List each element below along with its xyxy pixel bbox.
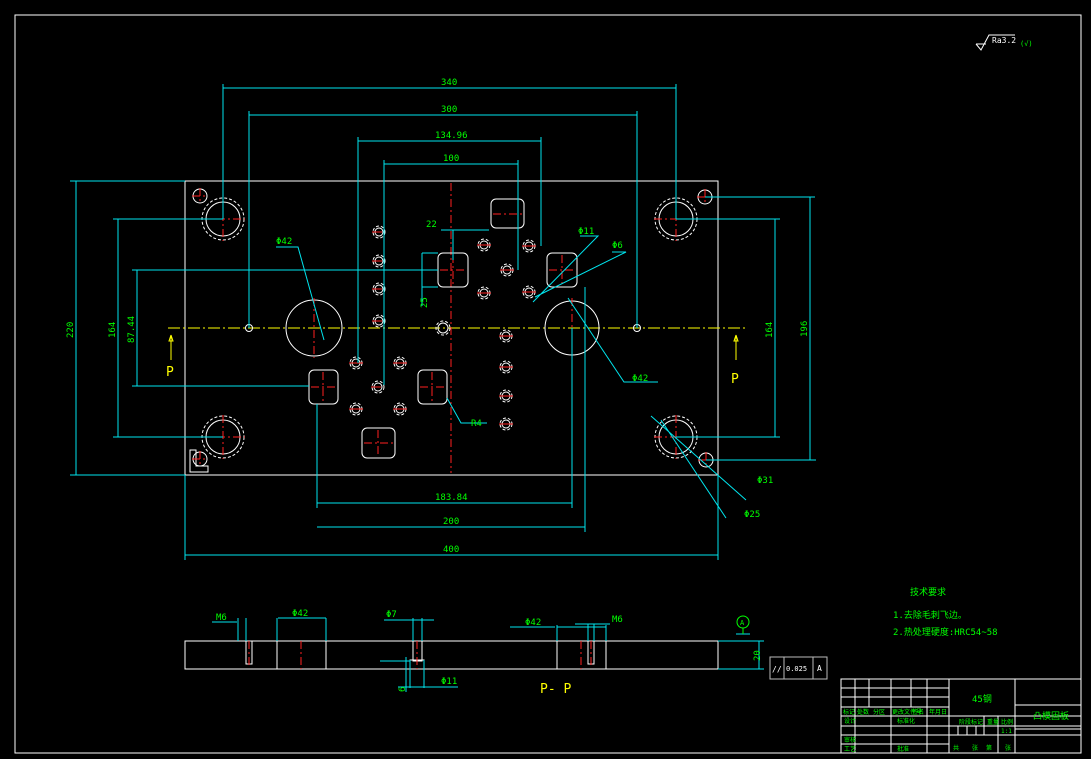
- dim-340: 340: [441, 78, 457, 88]
- label-approve: 批准: [897, 745, 909, 753]
- label-phi11: Φ11: [578, 227, 594, 237]
- material: 45钢: [972, 693, 992, 705]
- label-phi31: Φ31: [757, 476, 773, 486]
- requirements-title: 技术要求: [910, 586, 946, 598]
- label-m6-right: M6: [612, 615, 623, 625]
- label-sheets-2: 张: [1005, 744, 1011, 752]
- dim-164-right: 164: [765, 322, 775, 338]
- label-scale: 比例: [1001, 718, 1013, 726]
- label-phi7: Φ7: [386, 610, 397, 620]
- dimension-texts: 340 300 134.96 100 220 164 87.44 164 196…: [66, 78, 810, 555]
- label-phi42-right: Φ42: [632, 374, 648, 384]
- part-name: 凸模固板: [1033, 710, 1069, 722]
- technical-requirements: 技术要求 1.去除毛刺飞边。 2.热处理硬度:HRC54~58: [893, 586, 998, 638]
- parallelism-tolerance: // 0.025 A: [769, 656, 828, 680]
- plan-view: 340 300 134.96 100 220 164 87.44 164 196…: [66, 78, 816, 560]
- requirement-1: 1.去除毛刺飞边。: [893, 609, 967, 621]
- title-block: 45钢 凸模固板 标记 处数 分区 更改文件号 签名 年月日 设计 标准化 审核…: [840, 678, 1082, 754]
- tolerance-datum: A: [817, 664, 822, 673]
- dim-400: 400: [443, 545, 459, 555]
- label-section-phi11: Φ11: [441, 677, 457, 687]
- label-sheets-1: 张: [972, 744, 978, 752]
- scale-value: 1:1: [1001, 728, 1012, 735]
- label-section-phi42-right: Φ42: [525, 618, 541, 628]
- label-thickness-20: 20: [753, 650, 763, 661]
- dim-200: 200: [443, 517, 459, 527]
- header-mark: 标记: [843, 708, 855, 716]
- dim-25: 25: [420, 297, 430, 308]
- roughness-value: Ra3.2: [992, 36, 1016, 45]
- datum-a-symbol: A: [740, 619, 745, 627]
- section-title: P- P: [540, 682, 571, 697]
- requirement-2: 2.热处理硬度:HRC54~58: [893, 626, 998, 638]
- section-mark-right: P: [731, 372, 739, 387]
- label-designer: 设计: [844, 717, 856, 725]
- label-weight: 重量: [987, 718, 999, 726]
- dim-164-left: 164: [108, 322, 118, 338]
- label-standard: 标准化: [897, 717, 915, 725]
- dim-196: 196: [800, 321, 810, 337]
- tolerance-value: 0.025: [786, 665, 807, 673]
- label-number: 第: [986, 744, 992, 752]
- label-section-phi42-left: Φ42: [292, 609, 308, 619]
- header-signature: 签名: [912, 708, 924, 716]
- label-depth-6: 6: [398, 687, 408, 692]
- label-total: 共: [953, 744, 959, 752]
- drawing-frame: [14, 14, 1082, 754]
- datum-corner-mark: [189, 449, 209, 473]
- label-phi42-left: Φ42: [276, 237, 292, 247]
- dim-300: 300: [441, 105, 457, 115]
- label-phi25: Φ25: [744, 510, 760, 520]
- dim-87-44: 87.44: [127, 316, 137, 343]
- header-date: 年月日: [929, 708, 947, 716]
- label-process: 工艺: [844, 745, 856, 753]
- dim-220: 220: [66, 322, 76, 338]
- header-zone: 分区: [873, 708, 885, 716]
- dim-22: 22: [426, 220, 437, 230]
- dim-134-96: 134.96: [435, 131, 468, 141]
- label-review: 审核: [844, 736, 856, 744]
- roughness-note: (√): [1020, 40, 1033, 48]
- tolerance-symbol: //: [772, 665, 782, 674]
- label-m6-left: M6: [216, 613, 227, 623]
- label-phi6: Φ6: [612, 241, 623, 251]
- label-stage: 阶段标记: [959, 718, 983, 726]
- header-count: 处数: [857, 708, 869, 716]
- section-mark-left: P: [166, 365, 174, 380]
- dim-183-84: 183.84: [435, 493, 468, 503]
- section-outline: [184, 640, 719, 670]
- roughness-symbol: Ra3.2 (√): [975, 34, 1033, 51]
- section-view: A M6 Φ42 Φ7 Φ42 M6 Φ11 6 20 P- P: [184, 609, 764, 697]
- dim-100: 100: [443, 154, 459, 164]
- cad-drawing: Ra3.2 (√) 340 300 134.96 100 220 164 87.…: [14, 14, 1082, 754]
- label-r4: R4: [471, 419, 482, 429]
